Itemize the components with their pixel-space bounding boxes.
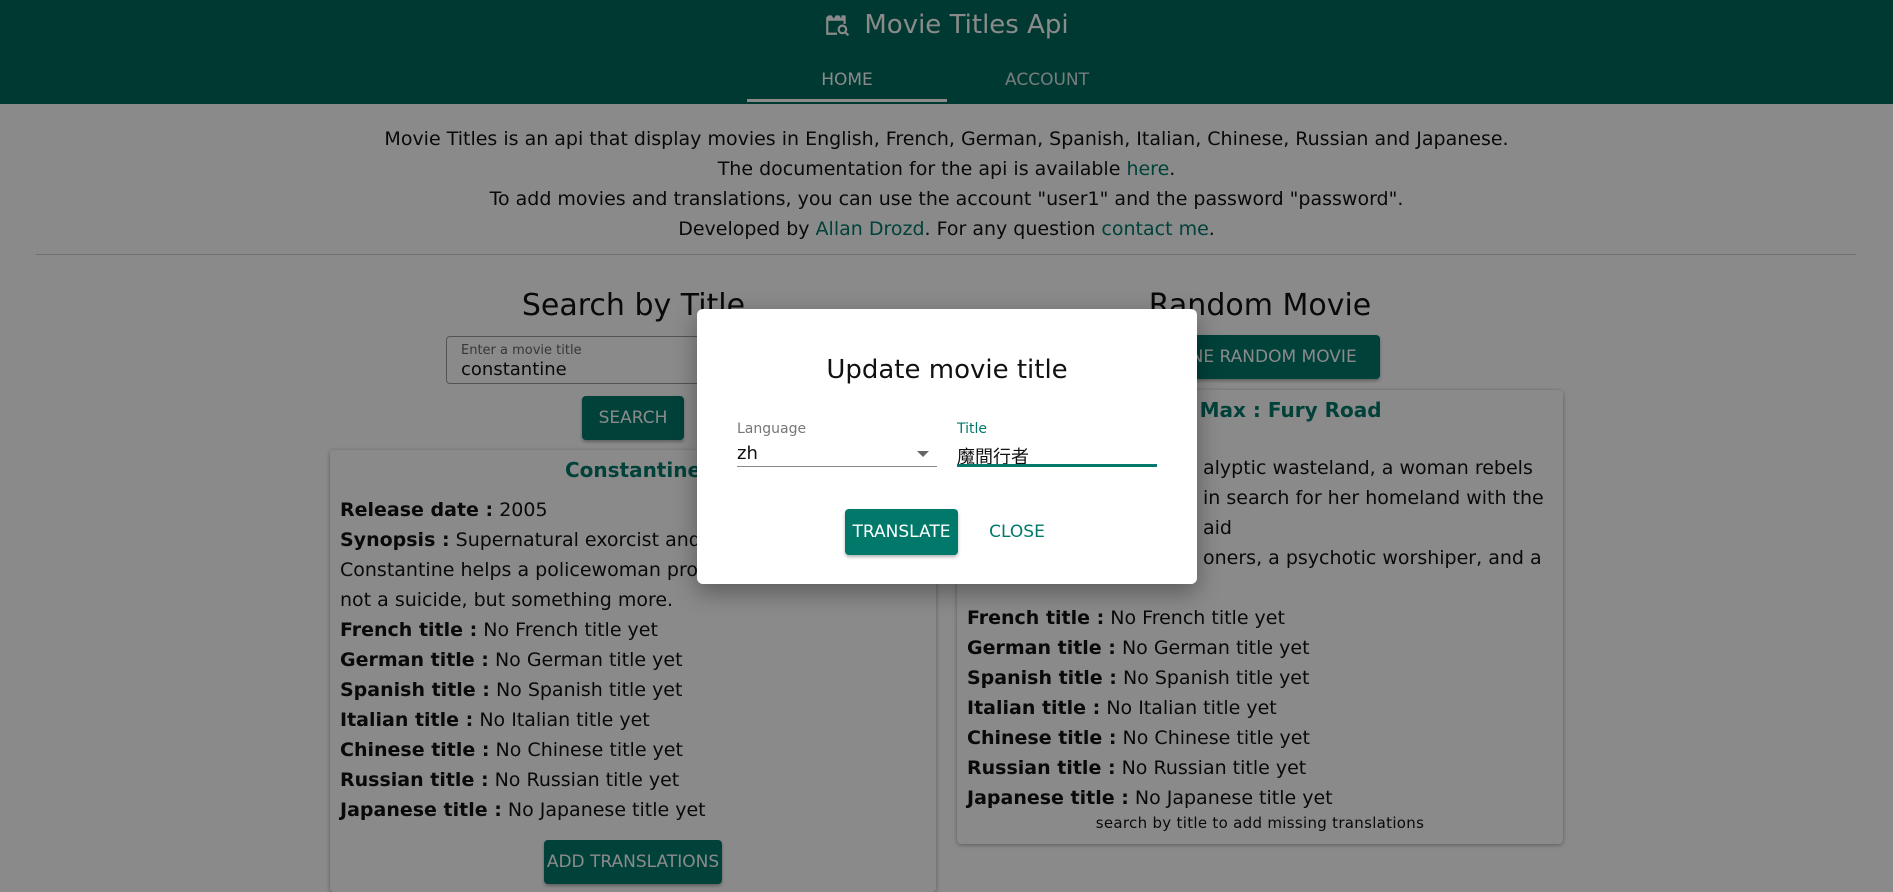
- update-title-dialog: Update movie title Language zh Title 魔間行…: [697, 309, 1197, 584]
- close-button[interactable]: CLOSE: [977, 509, 1057, 555]
- title-label: Title: [957, 421, 988, 437]
- language-value: zh: [737, 443, 758, 464]
- title-input[interactable]: Title 魔間行者: [957, 421, 1157, 468]
- chevron-down-icon: [917, 451, 929, 457]
- translate-button[interactable]: TRANSLATE: [845, 509, 958, 555]
- language-select[interactable]: Language zh: [737, 421, 937, 467]
- language-label: Language: [737, 421, 807, 437]
- dialog-title: Update movie title: [826, 355, 1068, 385]
